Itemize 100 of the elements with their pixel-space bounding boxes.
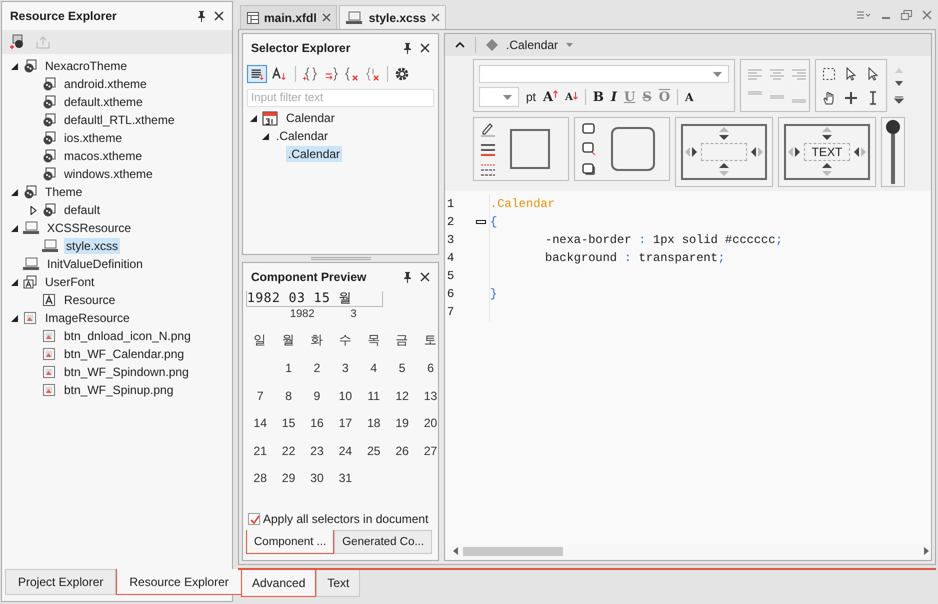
tree-item[interactable]: default xyxy=(62,202,102,218)
slider-thumb[interactable] xyxy=(886,120,900,134)
tree-item[interactable]: android.xtheme xyxy=(62,76,149,92)
close-icon[interactable] xyxy=(431,13,440,22)
selector-item[interactable]: .Calendar xyxy=(286,146,342,162)
font-size-dropdown[interactable] xyxy=(479,87,519,107)
calendar-day[interactable]: 11 xyxy=(360,388,388,403)
tree-item[interactable]: ios.xtheme xyxy=(62,130,124,146)
panel-tab[interactable]: Project Explorer xyxy=(5,569,116,595)
calendar-day[interactable]: 25 xyxy=(360,444,388,458)
expanded-arrow-icon[interactable] xyxy=(261,132,270,140)
pencil-icon[interactable] xyxy=(480,121,496,137)
tree-item[interactable]: default.xtheme xyxy=(62,94,145,110)
document-tab[interactable]: main.xfdl xyxy=(240,5,337,29)
tree-item[interactable]: InitValueDefinition xyxy=(45,256,145,272)
calendar-day[interactable]: 10 xyxy=(331,388,360,403)
calendar-day[interactable]: 24 xyxy=(331,444,360,458)
calendar-day[interactable]: 3 xyxy=(331,361,360,376)
spin-arrows-icon[interactable] xyxy=(852,146,866,158)
dashed-border-icon[interactable] xyxy=(480,163,496,177)
settings-icon[interactable] xyxy=(393,65,411,83)
spin-arrows-icon[interactable] xyxy=(718,163,730,177)
calendar-day[interactable]: 9 xyxy=(302,388,332,403)
border-preview[interactable] xyxy=(510,129,550,169)
color-button[interactable]: A xyxy=(683,90,696,104)
tree-item[interactable]: macos.xtheme xyxy=(62,148,144,164)
tree-item[interactable]: Resource xyxy=(62,292,118,308)
calendar-day[interactable]: 2 xyxy=(302,361,332,376)
tree-item[interactable]: NexacroTheme xyxy=(43,58,130,74)
calendar-day[interactable]: 30 xyxy=(302,471,332,486)
collapsed-arrow-icon[interactable] xyxy=(29,206,38,214)
expanded-arrow-icon[interactable] xyxy=(249,114,258,122)
pin-icon[interactable] xyxy=(197,10,206,22)
calendar-day[interactable]: 29 xyxy=(274,471,303,486)
horizontal-scrollbar[interactable] xyxy=(453,545,929,557)
calendar-day[interactable]: 26 xyxy=(388,444,416,458)
calendar-day[interactable]: 12 xyxy=(388,388,416,403)
bold-button[interactable]: B xyxy=(590,90,606,104)
date-field[interactable]: 1982 03 15 월 xyxy=(246,291,384,307)
expanded-arrow-icon[interactable] xyxy=(10,278,19,286)
calendar-day[interactable]: 6 xyxy=(416,361,438,376)
tree-item[interactable]: style.xcss xyxy=(64,238,120,254)
border-style-icon[interactable] xyxy=(480,143,496,157)
grow-button[interactable]: A xyxy=(541,90,560,104)
window-menu-icon[interactable] xyxy=(857,11,871,19)
tree-item[interactable]: btn_WF_Spindown.png xyxy=(62,364,191,380)
calendar-day[interactable]: 20 xyxy=(416,416,438,430)
scroll-right-icon[interactable] xyxy=(923,547,929,555)
collapse-icon[interactable] xyxy=(455,41,465,49)
pin-icon[interactable] xyxy=(403,272,412,282)
selector-item[interactable]: Calendar xyxy=(284,110,337,126)
calendar-day[interactable]: 22 xyxy=(274,444,303,458)
shadow-box-icon[interactable] xyxy=(581,162,597,176)
selector-item[interactable]: .Calendar xyxy=(274,128,330,144)
panel-tab[interactable]: Generated Co... xyxy=(334,530,432,554)
calendar-day[interactable]: 31 xyxy=(331,471,360,486)
unit-button[interactable]: pt xyxy=(524,90,538,104)
close-icon[interactable] xyxy=(322,13,331,22)
panel-tab[interactable]: Resource Explorer xyxy=(116,569,242,595)
tree-item[interactable]: UserFont xyxy=(43,274,96,290)
margin-preview[interactable] xyxy=(681,124,767,180)
spin-arrows-icon[interactable] xyxy=(718,127,730,141)
spin-arrows-icon[interactable] xyxy=(749,146,763,158)
tree-item[interactable]: btn_WF_Spinup.png xyxy=(62,382,176,398)
tree-item[interactable]: btn_dnload_icon_N.png xyxy=(62,328,193,344)
sort-icon[interactable] xyxy=(247,65,267,83)
tree-item[interactable]: defaultl_RTL.xtheme xyxy=(62,112,177,128)
calendar-day[interactable]: 18 xyxy=(360,416,388,430)
editor-tab[interactable]: Advanced xyxy=(241,570,316,597)
expanded-arrow-icon[interactable] xyxy=(10,224,19,232)
calendar-day[interactable]: 4 xyxy=(360,361,388,376)
fold-icon[interactable] xyxy=(476,219,486,225)
filter-field[interactable]: Input filter text xyxy=(247,89,434,107)
calendar-day[interactable]: 17 xyxy=(331,416,360,430)
rounded-box-icon[interactable] xyxy=(581,142,597,156)
delete-all-rules-icon[interactable] xyxy=(364,65,382,83)
italic-button[interactable]: I xyxy=(608,90,619,104)
hand-icon[interactable] xyxy=(822,90,836,104)
padding-preview[interactable]: TEXT xyxy=(784,124,870,180)
expanded-arrow-icon[interactable] xyxy=(10,314,19,322)
add-theme-icon[interactable] xyxy=(9,34,25,50)
expand-icon[interactable] xyxy=(894,96,904,104)
crosshair-icon[interactable] xyxy=(844,90,858,104)
calendar-day[interactable]: 14 xyxy=(246,416,274,430)
spin-arrows-icon[interactable] xyxy=(685,146,699,158)
calendar-day[interactable]: 19 xyxy=(388,416,416,430)
tree-item[interactable]: Theme xyxy=(43,184,84,200)
tree-item[interactable]: windows.xtheme xyxy=(62,166,155,182)
calendar-day[interactable]: 13 xyxy=(416,388,438,403)
calendar-day[interactable]: 15 xyxy=(274,416,303,430)
spin-arrows-icon[interactable] xyxy=(788,146,802,158)
caret-icon[interactable] xyxy=(503,94,512,100)
pin-icon[interactable] xyxy=(403,42,412,54)
add-rule-icon[interactable] xyxy=(301,65,319,83)
close-icon[interactable] xyxy=(214,11,224,21)
pointer-icon[interactable] xyxy=(844,66,858,80)
expanded-arrow-icon[interactable] xyxy=(10,188,19,196)
calendar-day[interactable]: 16 xyxy=(302,416,332,430)
tree-item[interactable]: XCSSResource xyxy=(45,220,134,236)
expanded-arrow-icon[interactable] xyxy=(10,62,19,70)
